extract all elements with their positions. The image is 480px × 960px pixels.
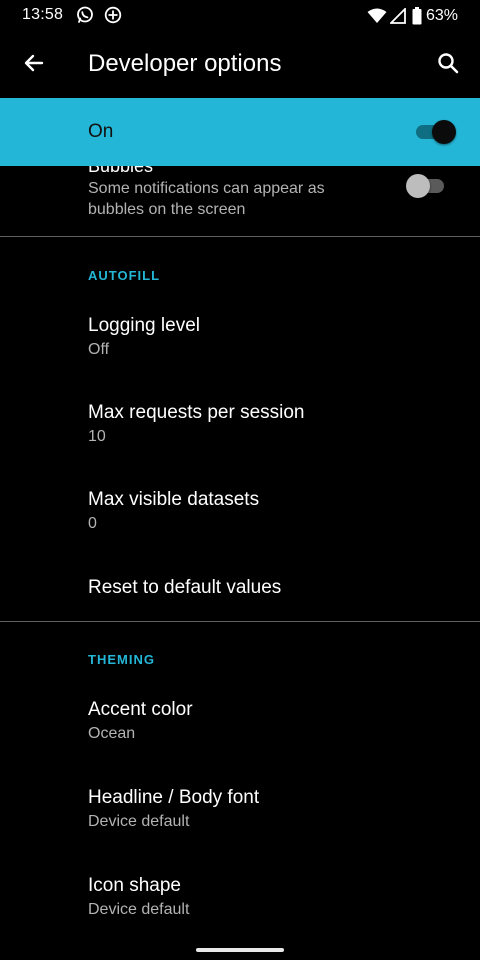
bubbles-toggle[interactable]: [406, 172, 448, 200]
gesture-nav-handle[interactable]: [196, 948, 284, 952]
pref-title: Bubbles: [88, 166, 154, 176]
pref-headline-body-font[interactable]: Headline / Body font Device default: [0, 770, 480, 856]
bubbles-pref[interactable]: Bubbles Some notifications can appear as…: [0, 166, 480, 236]
pref-title: Max visible datasets: [88, 489, 260, 510]
category-theming: THEMING: [88, 652, 155, 667]
pref-logging-level[interactable]: Logging level Off: [0, 298, 480, 384]
pref-summary: Some notifications can appear as bubbles…: [88, 180, 325, 218]
status-bar: 13:58 63%: [0, 0, 480, 32]
master-switch-label: On: [88, 121, 114, 142]
pref-max-requests[interactable]: Max requests per session 10: [0, 385, 480, 471]
master-toggle[interactable]: [416, 118, 458, 146]
battery-percent: 63%: [425, 7, 458, 24]
toggle-thumb: [432, 120, 456, 144]
app-bar: Developer options: [0, 32, 480, 98]
category-autofill: AUTOFILL: [88, 268, 161, 283]
arrow-back-icon: [22, 51, 46, 80]
wifi-icon: [367, 8, 387, 24]
pref-summary: Off: [88, 341, 110, 358]
pref-summary: Ocean: [88, 725, 136, 742]
settings-list[interactable]: Bubbles Some notifications can appear as…: [0, 166, 480, 960]
battery-icon: [412, 7, 422, 25]
master-switch-bar[interactable]: On: [0, 98, 480, 166]
pref-title: Accent color: [88, 699, 193, 720]
pref-summary: 0: [88, 515, 97, 532]
section-divider: [0, 236, 480, 237]
pref-max-visible-datasets[interactable]: Max visible datasets 0: [0, 472, 480, 558]
pref-summary: Device default: [88, 901, 190, 918]
sync-icon: [104, 6, 122, 24]
pref-reset-defaults[interactable]: Reset to default values: [0, 559, 480, 621]
toggle-thumb: [406, 174, 430, 198]
back-button[interactable]: [18, 49, 50, 81]
search-icon: [436, 51, 460, 80]
pref-accent-color[interactable]: Accent color Ocean: [0, 682, 480, 768]
pref-title: Reset to default values: [88, 577, 282, 598]
status-indicators: 63%: [367, 5, 458, 27]
section-divider: [0, 621, 480, 622]
page-title: Developer options: [88, 50, 282, 77]
pref-title: Icon shape: [88, 875, 181, 896]
search-button[interactable]: [432, 49, 464, 81]
pref-icon-shape[interactable]: Icon shape Device default: [0, 858, 480, 944]
pref-summary: 10: [88, 428, 106, 445]
whatsapp-icon: [76, 6, 94, 24]
pref-title: Logging level: [88, 315, 200, 336]
pref-summary: Device default: [88, 813, 190, 830]
pref-title: Max requests per session: [88, 402, 305, 423]
signal-icon: [389, 8, 406, 24]
status-time: 13:58: [22, 6, 64, 23]
pref-title: Headline / Body font: [88, 787, 260, 808]
